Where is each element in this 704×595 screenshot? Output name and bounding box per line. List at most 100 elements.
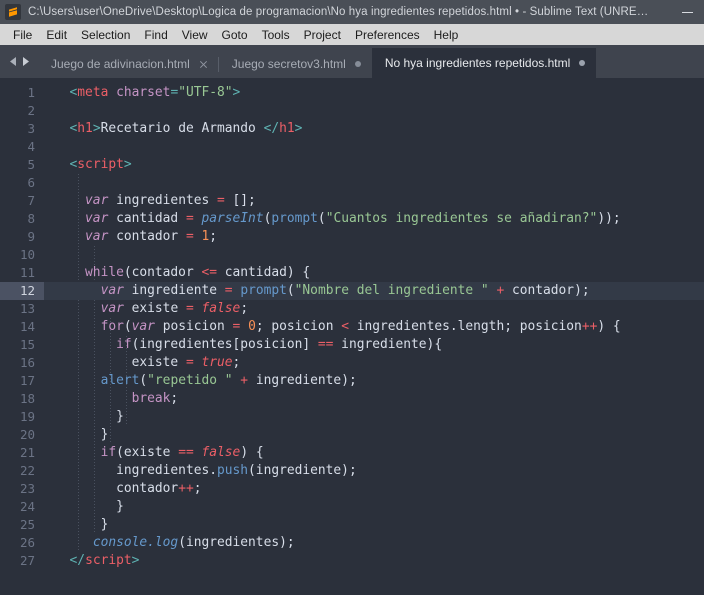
code-token: cantidad) {: [217, 265, 311, 280]
menu-item-preferences[interactable]: Preferences: [348, 26, 427, 44]
line-number: 14: [19, 319, 35, 334]
code-token: (existe: [116, 445, 179, 460]
code-line[interactable]: [44, 138, 704, 156]
code-token: ingrediente);: [248, 373, 357, 388]
code-token: <: [341, 319, 349, 334]
code-line[interactable]: }: [44, 516, 704, 534]
line-number: 20: [19, 427, 35, 442]
tab-juego-secretov3[interactable]: Juego secretov3.html: [219, 50, 372, 78]
code-token: =: [217, 193, 225, 208]
code-line[interactable]: if(ingredientes[posicion] == ingrediente…: [44, 336, 704, 354]
menu-item-find[interactable]: Find: [137, 26, 174, 44]
unsaved-dot-icon[interactable]: [579, 60, 586, 66]
code-token: ingredientes: [108, 193, 217, 208]
menu-item-project[interactable]: Project: [297, 26, 348, 44]
code-token: parseInt: [201, 211, 264, 226]
window-title: C:\Users\user\OneDrive\Desktop\Logica de…: [28, 6, 649, 18]
code-token: while: [85, 265, 124, 280]
code-token: ingrediente){: [333, 337, 443, 352]
code-token: (ingredientes[posicion]: [131, 337, 318, 352]
code-token: prompt: [240, 283, 287, 298]
code-token: =: [185, 229, 194, 244]
code-line[interactable]: alert("repetido " + ingrediente);: [44, 372, 704, 390]
code-line[interactable]: if(existe == false) {: [44, 444, 704, 462]
code-line[interactable]: }: [44, 498, 704, 516]
close-icon[interactable]: [199, 60, 208, 69]
unsaved-dot-icon[interactable]: [354, 61, 361, 67]
code-token: ; posicion: [255, 319, 342, 334]
line-number: 9: [27, 229, 35, 244]
code-line[interactable]: var existe = false;: [44, 300, 704, 318]
line-number: 22: [19, 463, 35, 478]
menu-item-help[interactable]: Help: [427, 26, 466, 44]
line-number: 4: [27, 139, 35, 154]
code-token: >: [232, 85, 241, 100]
code-line[interactable]: break;: [44, 390, 704, 408]
menu-item-tools[interactable]: Tools: [255, 26, 297, 44]
minimize-button[interactable]: [670, 0, 704, 24]
code-line[interactable]: contador++;: [44, 480, 704, 498]
code-token: }: [54, 409, 124, 424]
code-token: (: [286, 283, 295, 298]
menu-item-view[interactable]: View: [175, 26, 215, 44]
line-number: 1: [27, 85, 35, 100]
code-token: contador: [108, 229, 186, 244]
menubar: File Edit Selection Find View Goto Tools…: [0, 24, 704, 45]
code-editor[interactable]: 1 2 3 4 5 6 7 8 9 10 11 12 13 14 15 16 17 18 19 20 21 22 23 24 2…: [0, 78, 704, 595]
code-line[interactable]: var contador = 1;: [44, 228, 704, 246]
code-token: false: [201, 445, 241, 460]
code-line[interactable]: <script>: [44, 156, 704, 174]
menu-item-goto[interactable]: Goto: [215, 26, 255, 44]
code-line[interactable]: <h1>Recetario de Armando </h1>: [44, 120, 704, 138]
menu-item-selection[interactable]: Selection: [74, 26, 137, 44]
code-token: </: [69, 553, 86, 568]
code-line[interactable]: var ingredientes = [];: [44, 192, 704, 210]
code-line[interactable]: existe = true;: [44, 354, 704, 372]
code-token: >: [92, 121, 101, 136]
code-content-area[interactable]: <meta charset="UTF-8"> <h1>Recetario de …: [44, 78, 704, 595]
code-token: .: [147, 535, 155, 550]
menu-item-edit[interactable]: Edit: [39, 26, 74, 44]
code-token: console: [92, 535, 148, 550]
code-token: ==: [317, 337, 334, 352]
code-token: meta: [77, 85, 109, 100]
tab-juego-de-adivinacion[interactable]: Juego de adivinacion.html: [38, 50, 219, 78]
line-number: 3: [27, 121, 35, 136]
code-token: if: [100, 445, 117, 460]
code-line[interactable]: [44, 246, 704, 264]
code-token: contador: [116, 481, 179, 496]
code-token: >: [294, 121, 303, 136]
code-token: (contador: [123, 265, 202, 280]
line-number: 27: [19, 553, 35, 568]
code-line[interactable]: }: [44, 426, 704, 444]
code-line[interactable]: <meta charset="UTF-8">: [44, 84, 704, 102]
code-line[interactable]: console.log(ingredientes);: [44, 534, 704, 552]
code-line[interactable]: [44, 174, 704, 192]
code-token: var: [85, 211, 109, 226]
code-token: "Nombre del ingrediente ": [294, 283, 489, 298]
code-line[interactable]: var cantidad = parseInt(prompt("Cuantos …: [44, 210, 704, 228]
code-line[interactable]: ingredientes.push(ingrediente);: [44, 462, 704, 480]
chevron-right-icon[interactable]: [21, 56, 30, 67]
code-line[interactable]: </script>: [44, 552, 704, 570]
code-line[interactable]: var ingrediente = prompt("Nombre del ing…: [44, 282, 704, 300]
code-line[interactable]: while(contador <= cantidad) {: [44, 264, 704, 282]
tab-no-hya-ingredientes-repetidos[interactable]: No hya ingredientes repetidos.html: [371, 48, 597, 78]
code-token: ==: [178, 445, 194, 460]
menu-item-file[interactable]: File: [6, 26, 39, 44]
code-line[interactable]: [44, 102, 704, 120]
code-line[interactable]: for(var posicion = 0; posicion < ingredi…: [44, 318, 704, 336]
line-number: 26: [19, 535, 35, 550]
chevron-left-icon[interactable]: [9, 56, 18, 67]
code-line[interactable]: }: [44, 408, 704, 426]
code-token: prompt: [271, 211, 318, 226]
